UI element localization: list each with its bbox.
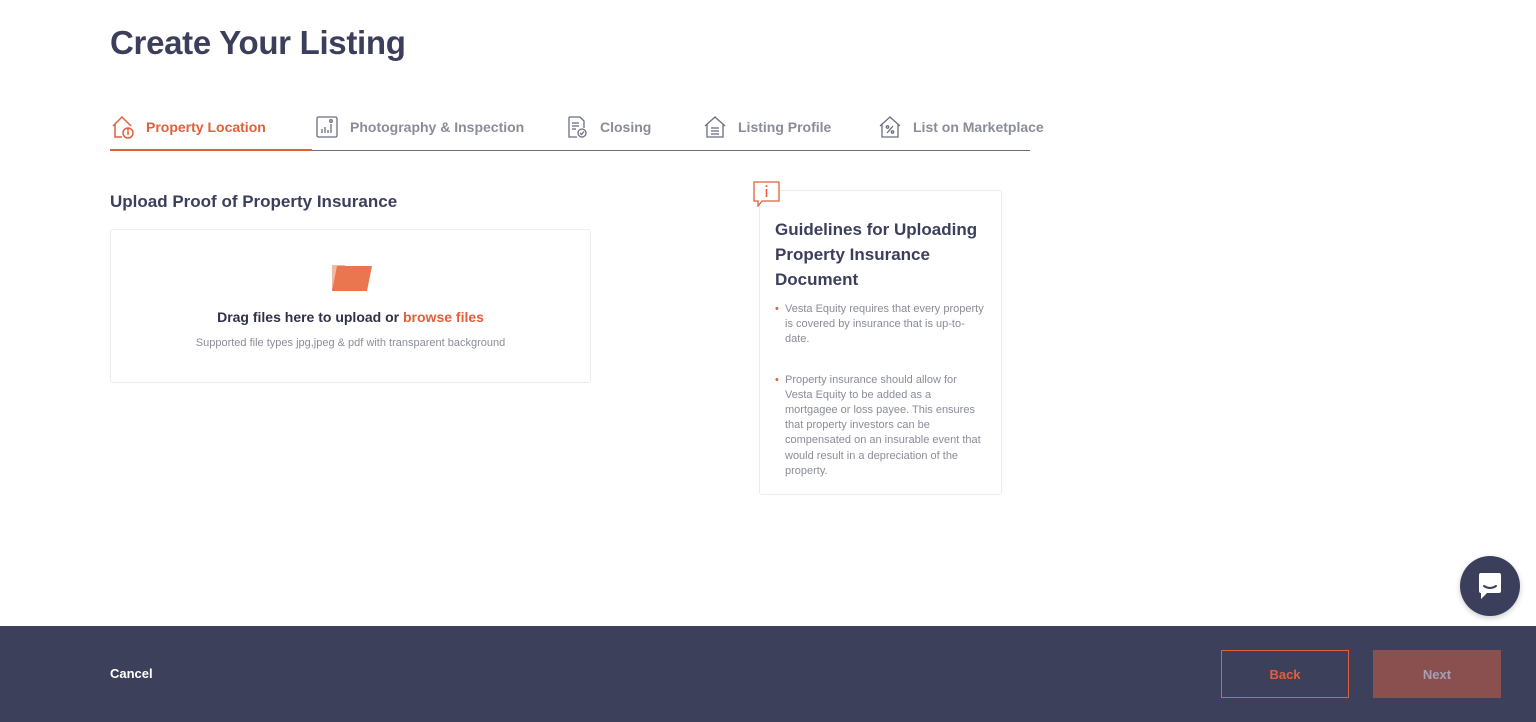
step-label: Listing Profile (738, 119, 832, 135)
progress-stepper: Property Location Photography & Inspecti… (110, 104, 1044, 151)
step-listing-profile[interactable]: Listing Profile (702, 108, 831, 146)
file-dropzone[interactable]: Drag files here to upload or browse file… (110, 229, 591, 383)
page-title: Create Your Listing (110, 24, 406, 61)
supported-file-types: Supported file types jpg,jpeg & pdf with… (195, 337, 506, 349)
step-property-location[interactable]: Property Location (110, 108, 266, 146)
guideline-text: Property insurance should allow for Vest… (785, 373, 981, 477)
info-icon (753, 181, 780, 208)
step-label: Property Location (146, 119, 266, 135)
back-button[interactable]: Back (1221, 650, 1349, 698)
cancel-button[interactable]: Cancel (110, 666, 153, 681)
guidelines-card: Guidelines for Uploading Property Insura… (759, 190, 1002, 495)
step-label: List on Marketplace (913, 119, 1044, 135)
browse-files-link[interactable]: browse files (403, 309, 484, 325)
step-label: Photography & Inspection (350, 119, 525, 135)
step-label: Closing (600, 119, 652, 135)
guideline-item: • Property insurance should allow for Ve… (775, 373, 986, 479)
step-closing[interactable]: Closing (564, 108, 651, 146)
guideline-item: • Vesta Equity requires that every prope… (775, 302, 986, 348)
folder-icon (331, 262, 373, 292)
drop-instruction: Drag files here to upload or browse file… (111, 309, 590, 325)
house-info-icon (110, 114, 136, 140)
step-photography-inspection[interactable]: Photography & Inspection (314, 108, 524, 146)
active-step-indicator (110, 149, 312, 151)
house-list-icon (702, 114, 728, 140)
chat-bubble-icon[interactable] (1460, 556, 1520, 616)
next-button[interactable]: Next (1373, 650, 1501, 698)
guideline-text: Vesta Equity requires that every propert… (785, 303, 984, 346)
chart-photo-icon (314, 114, 340, 140)
house-percent-icon (877, 114, 903, 140)
drag-text: Drag files here to upload or (217, 309, 403, 325)
bullet: • (775, 303, 779, 315)
bullet: • (775, 373, 779, 386)
document-check-icon (564, 114, 590, 140)
step-list-on-marketplace[interactable]: List on Marketplace (877, 108, 1044, 146)
footer-bar: Cancel Back Next (0, 626, 1536, 722)
upload-section-title: Upload Proof of Property Insurance (110, 192, 398, 211)
guidelines-title: Guidelines for Uploading Property Insura… (775, 220, 978, 289)
guidelines-list: • Vesta Equity requires that every prope… (775, 302, 986, 479)
